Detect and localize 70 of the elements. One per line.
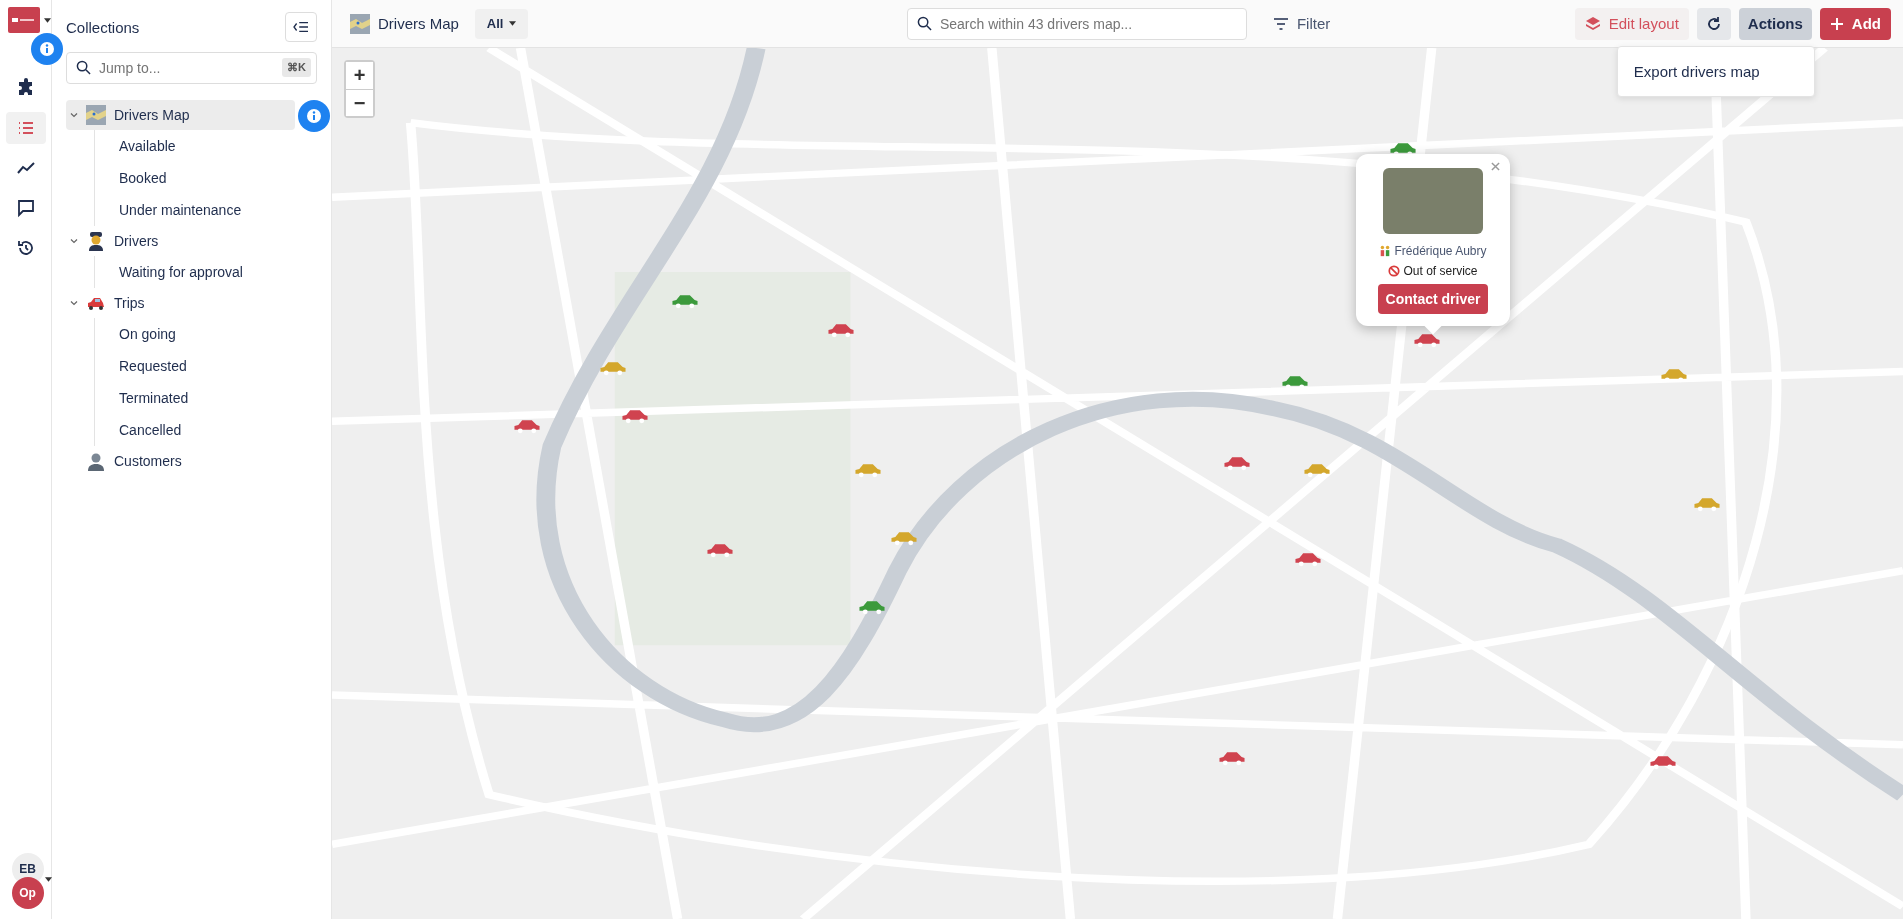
search-icon [76,60,91,75]
driver-status: Out of service [1403,264,1478,278]
car-marker-icon[interactable] [1413,331,1441,348]
team-avatar[interactable]: Op [11,877,44,909]
car-marker-icon[interactable] [854,461,882,478]
logo-icon[interactable] [7,7,40,33]
tree-item[interactable]: Drivers Map [66,100,295,130]
person-silhouette-icon [86,451,106,471]
search-icon [916,15,932,31]
info-badge-icon[interactable] [298,100,330,132]
tree-subitem[interactable]: Waiting for approval [95,256,317,288]
car-marker-icon[interactable] [1649,754,1677,771]
close-icon[interactable] [1491,162,1500,171]
car-marker-icon[interactable] [671,292,699,309]
tree-item[interactable]: Drivers [66,226,295,256]
tree-subitem[interactable]: On going [95,318,317,350]
chevron-icon [70,111,78,119]
car-marker-icon[interactable] [827,322,855,339]
edit-layout-button[interactable]: Edit layout [1574,7,1689,40]
refresh-icon [1705,15,1722,32]
refresh-button[interactable] [1696,7,1731,40]
tree-subitem[interactable]: Booked [95,162,317,194]
shortcut-key: ⌘K [282,58,311,77]
people-icon [1379,245,1392,257]
add-button[interactable]: Add [1819,7,1891,40]
car-marker-icon[interactable] [1303,461,1331,478]
tree-subitem[interactable]: Cancelled [95,414,317,446]
sidebar-title: Collections [66,18,140,36]
caret-icon[interactable] [43,18,51,23]
chevron-icon [70,237,78,245]
page-title: Drivers Map [378,15,459,32]
search-field[interactable]: Search within 43 drivers map... [906,7,1247,40]
actions-button[interactable]: Actions [1738,7,1812,40]
tree-subitem[interactable]: Under maintenance [95,194,317,226]
tree-subitem[interactable]: Available [95,130,317,162]
tree-subitem[interactable]: Requested [95,350,317,382]
car-marker-icon[interactable] [513,418,541,434]
chevron-icon [70,299,78,307]
pilot-icon [86,231,106,251]
tree-item[interactable]: Trips [66,288,295,318]
car-marker-icon[interactable] [1218,749,1246,766]
filter-icon [1272,17,1289,30]
prohibited-icon [1388,265,1401,277]
map-thumbnail-icon [86,105,106,125]
scope-dropdown[interactable]: All [474,8,529,39]
car-marker-icon[interactable] [858,599,886,616]
car-marker-icon[interactable] [621,408,649,425]
filter-button[interactable]: Filter [1266,14,1337,33]
menu-item[interactable]: Export drivers map [1617,54,1814,88]
tree-subitem[interactable]: Terminated [95,382,317,414]
info-badge-icon[interactable] [30,33,63,65]
zoom-out-button[interactable]: − [346,89,373,116]
chat-icon [15,198,36,218]
car-marker-icon[interactable] [1294,551,1322,568]
car-marker-icon[interactable] [599,359,627,376]
tree-item[interactable]: Customers [66,446,295,476]
caret-icon [509,21,517,26]
history-icon [15,238,36,258]
car-marker-icon[interactable] [890,530,918,547]
caret-icon[interactable] [44,877,52,882]
contact-driver-button[interactable]: Contact driver [1377,284,1489,314]
map-thumbnail-icon [350,13,370,34]
layers-icon [1584,15,1601,32]
car-marker-icon[interactable] [1693,496,1721,513]
car-marker-icon[interactable] [1223,455,1251,472]
collapse-sidebar-button[interactable] [285,12,317,42]
car-marker-icon[interactable] [706,541,734,558]
driver-name: Frédérique Aubry [1394,244,1487,258]
collapse-icon [292,20,310,34]
plus-icon [1829,16,1844,31]
